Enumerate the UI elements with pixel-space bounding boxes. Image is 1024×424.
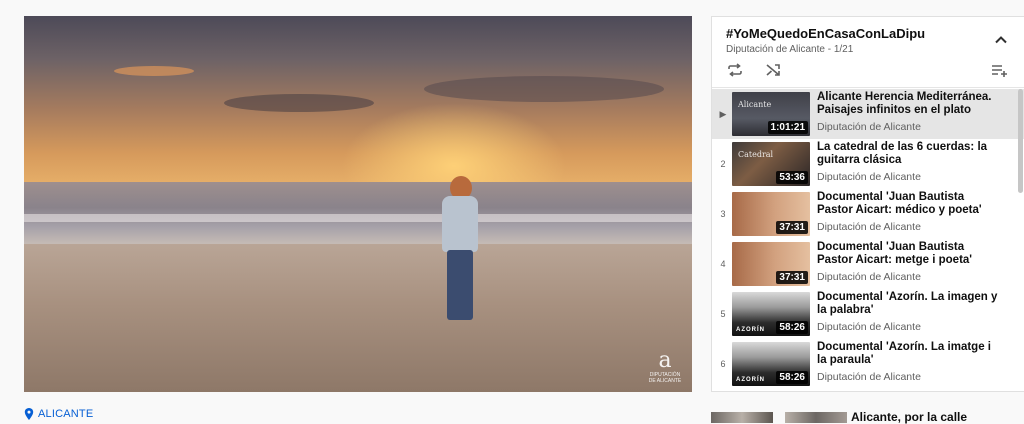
video-title[interactable]: Documental 'Juan Bautista Pastor Aicart:… [817,191,1002,217]
channel-name: Diputación de Alicante [817,271,921,283]
playlist-item-index: 6 [720,359,726,369]
video-title[interactable]: Documental 'Azorín. La imatge i la parau… [817,341,1002,367]
playlist-item-index: 2 [720,159,726,169]
video-frame-sand [24,244,692,392]
thumbnail-caption: Alicante [738,100,772,109]
video-frame-person [438,176,482,326]
playlist-item-index: 4 [720,259,726,269]
playlist-item-index: 3 [720,209,726,219]
video-title[interactable]: Documental 'Juan Bautista Pastor Aicart:… [817,241,1002,267]
location-link[interactable]: ALICANTE [24,408,93,420]
channel-name: Diputación de Alicante [817,371,921,383]
shuffle-icon[interactable] [764,61,782,79]
loop-icon[interactable] [726,61,744,79]
map-pin-icon [24,408,34,420]
watermark-subtext: DIPUTACIÓN DE ALICANTE [648,372,682,384]
recommended-video-title[interactable]: Alicante, por la calle [851,410,967,424]
thumbnail-caption: AZORÍN [736,327,765,333]
playlist-item[interactable]: 4 37:31 Documental 'Juan Bautista Pastor… [712,239,1024,289]
video-duration: 1:01:21 [767,121,808,134]
video-thumbnail[interactable]: Catedral 53:36 [732,142,810,186]
playlist-item[interactable]: 6 AZORÍN 58:26 Documental 'Azorín. La im… [712,339,1024,389]
playlist-item[interactable]: 2 Catedral 53:36 La catedral de las 6 cu… [712,139,1024,189]
playlist-item-index: ▶ [719,108,727,119]
playlist-header: #YoMeQuedoEnCasaConLaDipu Diputación de … [712,17,1024,88]
video-thumbnail[interactable] [711,412,773,423]
video-thumbnail[interactable] [785,412,847,423]
video-thumbnail[interactable]: AZORÍN 58:26 [732,292,810,336]
thumbnail-caption: AZORÍN [736,377,765,383]
video-duration: 37:31 [776,221,808,234]
video-frame-cloud [424,76,664,102]
channel-watermark-logo: a DIPUTACIÓN DE ALICANTE [648,348,682,385]
video-thumbnail[interactable]: 37:31 [732,192,810,236]
watermark-mark: a [658,348,672,373]
video-duration: 53:36 [776,171,808,184]
channel-name: Diputación de Alicante [817,121,921,133]
playlist-scrollbar[interactable] [1018,89,1023,193]
playlist-title[interactable]: #YoMeQuedoEnCasaConLaDipu [726,26,925,41]
video-title[interactable]: Documental 'Azorín. La imagen y la palab… [817,291,1002,317]
add-to-queue-icon[interactable] [990,61,1010,79]
video-thumbnail[interactable]: Alicante 1:01:21 [732,92,810,136]
video-player[interactable]: a DIPUTACIÓN DE ALICANTE [24,16,692,392]
playlist-item-index: 5 [720,309,726,319]
playlist-item[interactable]: 5 AZORÍN 58:26 Documental 'Azorín. La im… [712,289,1024,339]
video-thumbnail[interactable]: AZORÍN 58:26 [732,342,810,386]
video-duration: 37:31 [776,271,808,284]
person-legs [447,250,473,320]
video-frame-cloud [114,66,194,76]
channel-name: Diputación de Alicante [817,321,921,333]
playlist-panel: #YoMeQuedoEnCasaConLaDipu Diputación de … [711,16,1024,392]
video-duration: 58:26 [776,321,808,334]
channel-name: Diputación de Alicante [817,171,921,183]
playlist-item[interactable]: ▶ Alicante 1:01:21 Alicante Herencia Med… [712,89,1024,139]
person-torso [442,196,478,252]
location-label: ALICANTE [38,408,94,420]
playlist-items: ▶ Alicante 1:01:21 Alicante Herencia Med… [712,89,1024,389]
video-duration: 58:26 [776,371,808,384]
playlist-item[interactable]: 3 37:31 Documental 'Juan Bautista Pastor… [712,189,1024,239]
video-frame-cloud [224,94,374,112]
video-frame-wave [24,214,692,222]
video-title[interactable]: Alicante Herencia Mediterránea. Paisajes… [817,91,1002,117]
thumbnail-caption: Catedral [738,150,774,159]
video-thumbnail[interactable]: 37:31 [732,242,810,286]
channel-name: Diputación de Alicante [817,221,921,233]
playlist-subtitle[interactable]: Diputación de Alicante - 1/21 [726,44,853,55]
chevron-up-icon[interactable] [992,31,1010,49]
video-title[interactable]: La catedral de las 6 cuerdas: la guitarr… [817,141,1002,167]
recommended-video[interactable]: Alicante, por la calle [711,410,1024,424]
